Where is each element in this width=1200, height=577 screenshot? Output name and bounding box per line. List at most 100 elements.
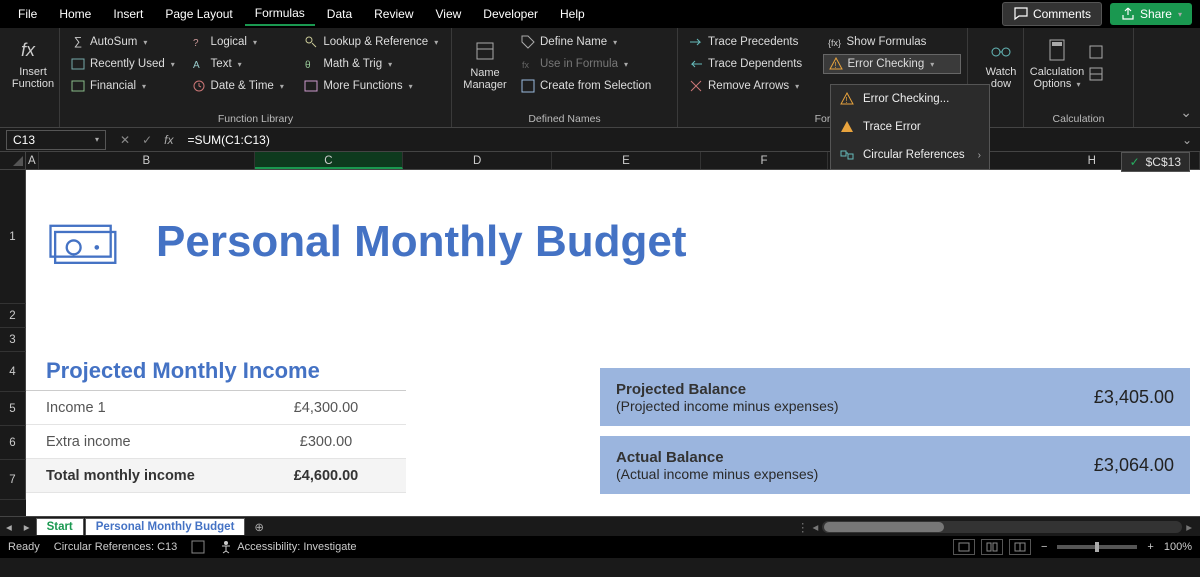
trace-dependents-icon [688,56,704,72]
projected-balance-value: £3,405.00 [1094,387,1174,408]
view-normal-button[interactable] [953,539,975,555]
hscroll-right[interactable]: ▸ [1186,520,1192,534]
add-sheet-button[interactable]: ⊕ [246,520,272,534]
calculation-options-button[interactable]: Calculation Options ▾ [1030,32,1084,94]
col-header-b[interactable]: B [39,152,254,169]
financial-button[interactable]: Financial▾ [66,76,183,96]
fx-button[interactable]: fx [160,133,177,147]
svg-text:?: ? [193,38,199,49]
formula-input[interactable]: =SUM(C1:C13) [181,131,1173,149]
share-icon [1120,6,1136,22]
sheet-tab-budget[interactable]: Personal Monthly Budget [85,518,246,535]
formula-bar: C13▾ ✕ ✓ fx =SUM(C1:C13) ⌄ [0,128,1200,152]
create-from-selection-button[interactable]: Create from Selection [516,76,655,96]
recently-used-button[interactable]: Recently Used▾ [66,54,183,74]
row-header-1[interactable]: 1 [0,170,26,304]
menu-page-layout[interactable]: Page Layout [155,3,242,25]
col-header-c[interactable]: C [255,152,404,169]
row-header-7[interactable]: 7 [0,460,26,500]
status-macro-icon[interactable] [191,540,205,554]
money-icon [46,215,126,269]
status-accessibility[interactable]: Accessibility: Investigate [219,540,356,554]
spreadsheet-grid[interactable]: 1 2 3 4 5 6 7 Personal Monthly Budget Pr… [0,170,1200,516]
more-functions-button[interactable]: More Functions▾ [299,76,445,96]
enter-formula-button[interactable]: ✓ [138,133,156,147]
name-box[interactable]: C13▾ [6,130,106,150]
page-title: Personal Monthly Budget [156,217,686,267]
menu-home[interactable]: Home [49,3,101,25]
dropdown-trace-error[interactable]: Trace Error [831,113,989,141]
view-page-layout-button[interactable] [981,539,1003,555]
svg-text:{fx}: {fx} [828,38,841,48]
status-ready: Ready [8,541,40,553]
row-header-2[interactable]: 2 [0,304,26,328]
row-header-5[interactable]: 5 [0,392,26,426]
col-header-f[interactable]: F [701,152,828,169]
menu-developer[interactable]: Developer [473,3,548,25]
zoom-out-button[interactable]: − [1037,541,1051,553]
dropdown-error-checking[interactable]: ! Error Checking... [831,85,989,113]
extra-income-value: £300.00 [256,434,396,450]
date-time-button[interactable]: Date & Time▾ [187,76,296,96]
logical-button[interactable]: ?Logical▾ [187,32,296,52]
calculate-sheet-icon[interactable] [1088,66,1104,82]
menu-data[interactable]: Data [317,3,362,25]
menu-formulas[interactable]: Formulas [245,2,315,26]
zoom-level[interactable]: 100% [1164,541,1192,553]
menu-review[interactable]: Review [364,3,423,25]
formula-expand-button[interactable]: ⌄ [1174,133,1200,147]
total-income-label: Total monthly income [46,468,256,484]
menu-file[interactable]: File [8,3,47,25]
tab-nav-prev[interactable]: ◂ [0,520,18,534]
trace-precedents-button[interactable]: Trace Precedents [684,32,819,52]
select-all-corner[interactable] [0,152,26,169]
ribbon-collapse-button[interactable]: ⌄ [1180,104,1192,121]
sheet-tab-start[interactable]: Start [36,518,84,535]
svg-text:fx: fx [522,60,530,70]
dropdown-circular-references[interactable]: Circular References › [831,141,989,169]
share-button[interactable]: Share ▾ [1110,3,1192,25]
trace-dependents-button[interactable]: Trace Dependents [684,54,819,74]
name-manager-button[interactable]: Name Manager [458,32,512,96]
circular-reference-popup[interactable]: ✓$C$13 [1121,152,1190,172]
glasses-icon [987,36,1015,64]
hscroll-left[interactable]: ◂ [812,520,818,534]
col-header-d[interactable]: D [403,152,552,169]
view-page-break-button[interactable] [1009,539,1031,555]
projected-balance-box[interactable]: Projected Balance (Projected income minu… [600,368,1190,426]
selection-icon [520,78,536,94]
status-circular-ref[interactable]: Circular References: C13 [54,541,178,553]
row-header-3[interactable]: 3 [0,328,26,352]
error-checking-button[interactable]: !Error Checking▾ [823,54,961,74]
menu-help[interactable]: Help [550,3,595,25]
remove-arrows-button[interactable]: Remove Arrows▾ [684,76,819,96]
horizontal-scrollbar[interactable] [822,521,1182,533]
calculate-now-icon[interactable] [1088,44,1104,60]
cancel-formula-button[interactable]: ✕ [116,133,134,147]
menu-insert[interactable]: Insert [103,3,153,25]
math-trig-button[interactable]: θMath & Trig▾ [299,54,445,74]
lookup-reference-button[interactable]: Lookup & Reference▾ [299,32,445,52]
zoom-in-button[interactable]: + [1143,541,1157,553]
actual-balance-box[interactable]: Actual Balance (Actual income minus expe… [600,436,1190,494]
income1-row[interactable]: Income 1 £4,300.00 [26,391,406,425]
extra-income-row[interactable]: Extra income £300.00 [26,425,406,459]
tab-split-handle[interactable]: ⋮ [797,520,809,534]
row-header-6[interactable]: 6 [0,426,26,460]
tab-nav-next[interactable]: ▸ [18,520,36,534]
total-income-row[interactable]: Total monthly income £4,600.00 [26,459,406,493]
define-name-button[interactable]: Define Name▾ [516,32,655,52]
col-header-e[interactable]: E [552,152,701,169]
more-icon [303,78,319,94]
trace-error-icon [839,119,855,135]
comments-button[interactable]: Comments [1002,2,1102,26]
col-header-a[interactable]: A [26,152,40,169]
show-formulas-button[interactable]: {fx}Show Formulas [823,32,961,52]
autosum-button[interactable]: ∑AutoSum▾ [66,32,183,52]
menu-view[interactable]: View [426,3,472,25]
insert-function-button[interactable]: fx Insert Function [6,32,60,94]
theta-icon: θ [303,56,319,72]
zoom-slider[interactable] [1057,545,1137,549]
text-button[interactable]: AText▾ [187,54,296,74]
row-header-4[interactable]: 4 [0,352,26,392]
